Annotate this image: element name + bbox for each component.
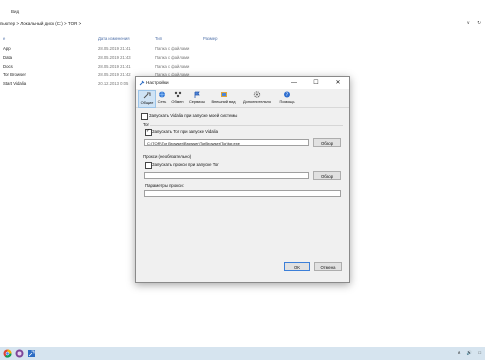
column-header-name[interactable]: е: [3, 36, 5, 41]
file-date: 28.05.2019 21:41: [98, 64, 131, 69]
dialog-titlebar[interactable]: Настройки — ☐ ✕: [136, 77, 349, 89]
volume-icon[interactable]: 🔊: [467, 350, 472, 355]
chrome-taskbar-icon[interactable]: [3, 349, 12, 358]
tab-services[interactable]: Сервисы: [186, 90, 208, 106]
start-proxy-checkbox[interactable]: [145, 162, 152, 169]
settings-dialog: Настройки — ☐ ✕ Общие Сеть Обмен Сервисы…: [135, 76, 350, 283]
file-date: 28.05.2019 21:41: [98, 46, 131, 51]
close-button[interactable]: ✕: [327, 77, 349, 89]
settings-toolbar: Общие Сеть Обмен Сервисы Внешний вид Доп…: [136, 89, 349, 108]
browse-tor-button[interactable]: Обзор: [313, 138, 341, 147]
system-tray: ∧ 🔊 □: [452, 350, 481, 356]
taskbar: ∧ 🔊 □: [0, 347, 485, 360]
tor-browser-taskbar-icon[interactable]: [15, 349, 24, 358]
tab-network[interactable]: Сеть: [155, 90, 169, 106]
address-bar-controls: ∨ ↻: [461, 20, 481, 26]
file-name: App: [3, 46, 11, 51]
proxy-group-title: Прокси (необязательно): [143, 154, 192, 159]
start-tor-label: Запускать Tor при запуске Vidalia: [152, 129, 218, 134]
wrench-icon: [143, 92, 151, 99]
tor-path-field[interactable]: C:\TOR\Tor Browser\Browser\TorBrowser\To…: [144, 139, 309, 146]
vidalia-app-icon: [139, 80, 145, 86]
gear-icon: [253, 91, 261, 98]
file-name: Data: [3, 55, 13, 60]
minimize-button[interactable]: —: [283, 77, 305, 89]
start-tor-checkbox[interactable]: [145, 128, 152, 136]
share-icon: [174, 91, 181, 98]
tab-help[interactable]: ? Помощь: [277, 90, 297, 106]
tab-advanced[interactable]: Дополнительно: [239, 90, 275, 106]
file-type: Папка с файлами: [155, 55, 190, 60]
maximize-button[interactable]: ☐: [305, 77, 327, 89]
tray-expand-icon[interactable]: ∧: [457, 350, 460, 355]
breadcrumb[interactable]: пьютер > Локальный диск (C:) > TOR >: [0, 21, 81, 26]
ribbon-tab-view[interactable]: Вид: [11, 9, 19, 14]
tab-appearance[interactable]: Внешний вид: [208, 90, 239, 106]
file-row[interactable]: App 28.05.2019 21:41 Папка с файлами: [0, 46, 300, 53]
file-date: 28.05.2019 21:43: [98, 55, 131, 60]
history-dropdown-icon[interactable]: ∨: [467, 20, 470, 25]
address-bar[interactable]: пьютер > Локальный диск (C:) > TOR > ∨ ↻: [0, 20, 485, 29]
tor-group-divider: [150, 125, 343, 126]
refresh-icon[interactable]: ↻: [477, 20, 481, 25]
tab-label: Дополнительно: [242, 99, 271, 104]
file-type: Папка с файлами: [155, 64, 190, 69]
globe-icon: [159, 91, 165, 98]
tab-sharing[interactable]: Обмен: [169, 90, 186, 106]
help-icon: ?: [284, 91, 290, 98]
flag-icon: [194, 91, 200, 98]
file-name: Start Vidalia: [3, 81, 27, 86]
tab-label: Обмен: [171, 99, 184, 104]
column-header-type[interactable]: Тип: [155, 36, 162, 41]
cancel-button[interactable]: Отмена: [314, 262, 342, 271]
column-header-size[interactable]: Размер: [203, 36, 217, 41]
file-date: 20.12.2013 0:05: [98, 81, 129, 86]
tab-label: Помощь: [279, 99, 295, 104]
proxy-path-field[interactable]: [144, 172, 309, 179]
appearance-icon: [220, 92, 227, 97]
file-name: Docs: [3, 64, 13, 69]
dialog-title: Настройки: [146, 80, 169, 85]
tab-label: Сеть: [157, 99, 167, 104]
column-header-date[interactable]: Дата изменения: [98, 36, 129, 41]
start-vidalia-label: Запускать Vidalia при запуске моей систе…: [149, 113, 238, 118]
file-row[interactable]: Docs 28.05.2019 21:41 Папка с файлами: [0, 64, 300, 71]
file-row[interactable]: Data 28.05.2019 21:43 Папка с файлами: [0, 55, 300, 62]
proxy-params-field[interactable]: [144, 190, 341, 197]
file-type: Папка с файлами: [155, 46, 190, 51]
start-proxy-label: Запускать прокси при запуске Tor: [152, 162, 219, 167]
start-vidalia-checkbox[interactable]: [141, 113, 148, 120]
ok-button[interactable]: OK: [284, 262, 310, 271]
browse-proxy-button[interactable]: Обзор: [313, 171, 341, 180]
file-name: Tor Browser: [3, 72, 26, 77]
vidalia-taskbar-icon[interactable]: [27, 349, 36, 358]
file-date: 28.05.2019 21:42: [98, 72, 131, 77]
tab-general[interactable]: Общие: [138, 90, 156, 108]
tor-group-title: Tor: [143, 122, 149, 127]
tab-label: Общие: [140, 100, 154, 105]
proxy-params-label: Параметры прокси:: [145, 183, 184, 188]
notifications-icon[interactable]: □: [478, 350, 481, 355]
tab-label: Сервисы: [188, 99, 206, 104]
tab-label: Внешний вид: [211, 99, 236, 104]
